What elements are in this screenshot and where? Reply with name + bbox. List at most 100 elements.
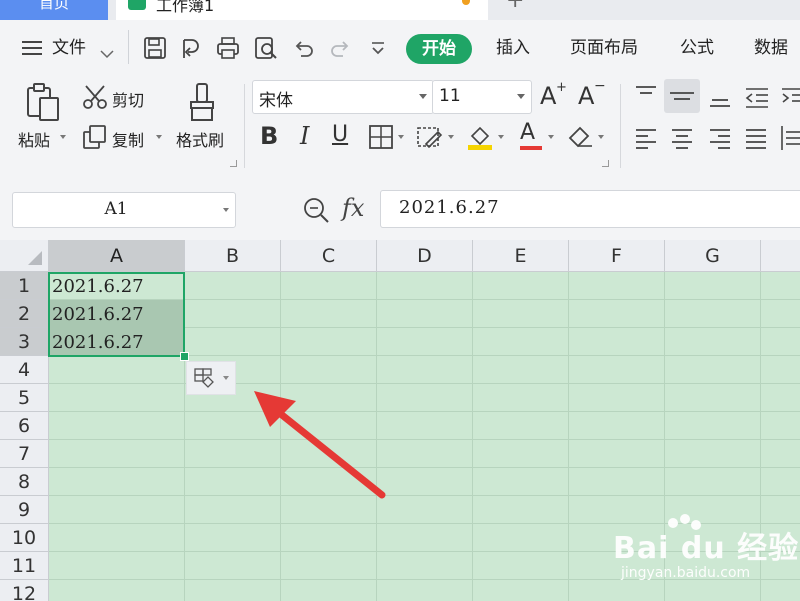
column-header-b[interactable]: B bbox=[185, 240, 281, 272]
font-group-launcher-icon[interactable] bbox=[602, 160, 609, 167]
column-header-f[interactable]: F bbox=[569, 240, 665, 272]
cut-button[interactable]: 剪切 bbox=[112, 87, 144, 111]
chevron-down-icon bbox=[517, 94, 525, 99]
format-painter-icon[interactable] bbox=[186, 82, 220, 122]
distributed-align-icon[interactable] bbox=[780, 124, 800, 152]
font-size-value: 11 bbox=[439, 86, 461, 106]
font-name-select[interactable]: 宋体 bbox=[252, 80, 434, 114]
undo-icon[interactable] bbox=[292, 36, 316, 60]
decrease-font-icon: A bbox=[578, 82, 595, 110]
underline-button[interactable]: U bbox=[332, 122, 348, 147]
column-header-c[interactable]: C bbox=[281, 240, 377, 272]
row-header-12[interactable]: 12 bbox=[0, 580, 49, 601]
copy-icon[interactable] bbox=[82, 124, 108, 150]
cell-style-dropdown-icon[interactable] bbox=[448, 135, 454, 139]
format-painter-button[interactable]: 格式刷 bbox=[176, 127, 224, 151]
align-left-icon[interactable] bbox=[634, 126, 658, 150]
formula-value: 2021.6.27 bbox=[399, 197, 500, 218]
hamburger-icon[interactable] bbox=[22, 39, 44, 57]
scissors-icon[interactable] bbox=[82, 84, 108, 110]
export-icon[interactable] bbox=[180, 36, 204, 60]
column-header-e[interactable]: E bbox=[473, 240, 569, 272]
auto-fill-options-icon bbox=[194, 368, 229, 388]
fx-icon[interactable]: fx bbox=[342, 194, 364, 222]
gridline bbox=[49, 411, 800, 412]
row-header-2[interactable]: 2 bbox=[0, 300, 49, 328]
row-header-5[interactable]: 5 bbox=[0, 384, 49, 412]
menu-file[interactable]: 文件 bbox=[52, 20, 86, 76]
align-center-icon[interactable] bbox=[670, 126, 694, 150]
bold-button[interactable]: B bbox=[260, 122, 278, 150]
tab-home[interactable]: 首页 bbox=[0, 0, 108, 20]
align-bottom-icon[interactable] bbox=[708, 90, 732, 112]
justify-icon[interactable] bbox=[744, 126, 768, 150]
minus-glyph: − bbox=[594, 78, 606, 94]
print-preview-icon[interactable] bbox=[254, 36, 278, 60]
font-color-swatch bbox=[520, 146, 542, 150]
red-arrow-annotation bbox=[254, 391, 386, 499]
redo-icon bbox=[328, 36, 352, 60]
paste-icon[interactable] bbox=[24, 82, 64, 122]
fill-color-icon[interactable] bbox=[466, 122, 494, 150]
row-header-3[interactable]: 3 bbox=[0, 328, 49, 356]
column-header-d[interactable]: D bbox=[377, 240, 473, 272]
divider bbox=[620, 84, 621, 168]
copy-dropdown-icon[interactable] bbox=[156, 135, 162, 139]
cell-style-icon[interactable] bbox=[416, 124, 444, 152]
fill-handle[interactable] bbox=[180, 352, 189, 361]
formula-input[interactable]: 2021.6.27 bbox=[380, 190, 800, 228]
borders-dropdown-icon[interactable] bbox=[398, 135, 404, 139]
fill-color-dropdown-icon[interactable] bbox=[498, 135, 504, 139]
borders-icon[interactable] bbox=[368, 124, 396, 152]
gridline bbox=[49, 383, 800, 384]
align-middle-button[interactable] bbox=[664, 79, 700, 113]
row-header-1[interactable]: 1 bbox=[0, 272, 49, 300]
row-header-7[interactable]: 7 bbox=[0, 440, 49, 468]
increase-font-size-button[interactable]: A + bbox=[540, 80, 567, 110]
column-header-a[interactable]: A bbox=[49, 240, 185, 272]
column-header-g[interactable]: G bbox=[665, 240, 761, 272]
column-header-h[interactable] bbox=[761, 240, 800, 272]
menu-tab-formulas[interactable]: 公式 bbox=[680, 20, 714, 76]
menu-tab-insert[interactable]: 插入 bbox=[496, 20, 530, 76]
font-color-button[interactable]: A bbox=[520, 120, 542, 150]
chevron-down-icon[interactable] bbox=[100, 44, 114, 63]
auto-fill-options-button[interactable] bbox=[186, 361, 236, 395]
row-header-9[interactable]: 9 bbox=[0, 496, 49, 524]
chevron-down-icon bbox=[223, 208, 229, 212]
align-right-icon[interactable] bbox=[708, 126, 732, 150]
menu-tab-page-layout[interactable]: 页面布局 bbox=[570, 20, 638, 76]
select-all-button[interactable] bbox=[0, 240, 49, 272]
copy-button[interactable]: 复制 bbox=[112, 127, 144, 151]
print-icon[interactable] bbox=[216, 36, 240, 60]
paste-dropdown-icon[interactable] bbox=[60, 135, 66, 139]
tab-workbook[interactable]: 工作簿1 bbox=[116, 0, 488, 20]
row-header-8[interactable]: 8 bbox=[0, 468, 49, 496]
menu-tab-data[interactable]: 数据 bbox=[754, 20, 788, 76]
name-box-value: A1 bbox=[104, 199, 128, 219]
font-color-dropdown-icon[interactable] bbox=[548, 135, 554, 139]
save-icon[interactable] bbox=[143, 36, 167, 60]
row-header-4[interactable]: 4 bbox=[0, 356, 49, 384]
eraser-icon[interactable] bbox=[566, 122, 594, 150]
customize-toolbar-icon[interactable] bbox=[366, 36, 390, 60]
new-tab-button[interactable]: + bbox=[506, 0, 526, 14]
row-header-11[interactable]: 11 bbox=[0, 552, 49, 580]
watermark-url: jingyan.baidu.com bbox=[621, 565, 751, 581]
menu-tab-start[interactable]: 开始 bbox=[406, 34, 472, 64]
row-header-6[interactable]: 6 bbox=[0, 412, 49, 440]
row-header-10[interactable]: 10 bbox=[0, 524, 49, 552]
italic-button[interactable]: I bbox=[300, 122, 309, 150]
gridline bbox=[49, 467, 800, 468]
eraser-dropdown-icon[interactable] bbox=[598, 135, 604, 139]
align-top-icon[interactable] bbox=[634, 84, 658, 106]
increase-indent-icon[interactable] bbox=[780, 86, 800, 110]
zoom-icon[interactable] bbox=[302, 196, 330, 224]
name-box[interactable]: A1 bbox=[12, 192, 236, 228]
decrease-indent-icon[interactable] bbox=[744, 86, 770, 110]
chevron-down-icon bbox=[419, 94, 427, 99]
clipboard-group-launcher-icon[interactable] bbox=[230, 160, 237, 167]
paste-button-label[interactable]: 粘贴 bbox=[18, 127, 50, 151]
decrease-font-size-button[interactable]: A − bbox=[578, 78, 606, 110]
font-size-select[interactable]: 11 bbox=[432, 80, 532, 114]
